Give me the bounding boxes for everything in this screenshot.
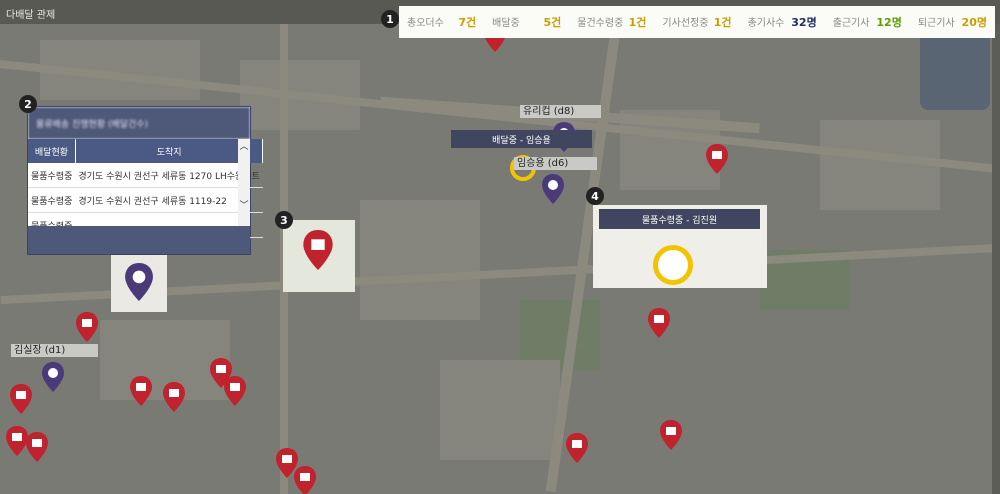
stat-label: 기사선정중 xyxy=(662,18,709,29)
destination-cell: 경기도 수원시 권선구 세류동 1270 LH수원센트 xyxy=(75,163,263,188)
delivery-list-popup: 물류배송 진행현황 (배달건수) 배달현황 도착지 물품수령중 경기도 수원시 … xyxy=(27,106,264,255)
stat-value: 20명 xyxy=(961,16,987,29)
callout-badge: 4 xyxy=(586,187,604,205)
active-driver-ring-icon xyxy=(653,245,693,285)
map-tag: 임승용 (d6) xyxy=(514,157,597,170)
stat-item: 총오더수 7건 xyxy=(399,14,484,30)
stat-label: 퇴근기사 xyxy=(917,18,955,29)
delivery-pin-icon[interactable] xyxy=(294,466,316,494)
status-cell: 물품수령중 xyxy=(28,163,76,188)
driver-pin-icon[interactable] xyxy=(542,174,564,204)
stat-value: 12명 xyxy=(876,16,902,29)
column-header-destination: 도착지 xyxy=(75,139,264,163)
stat-item: 출근기사 12명 xyxy=(825,14,910,30)
table-row[interactable]: 물품수령중 경기도 수원시 권선구 세류동 1119-22 xyxy=(28,187,263,213)
delivery-pin-icon[interactable] xyxy=(648,308,670,338)
delivery-pin-icon xyxy=(303,230,333,270)
chevron-down-icon[interactable]: ﹀ xyxy=(238,198,250,211)
delivery-pin-icon[interactable] xyxy=(130,376,152,406)
delivery-pin-icon[interactable] xyxy=(566,433,588,463)
destination-cell: 경기도 수원시 권선구 세류동 1119-22 xyxy=(75,187,263,213)
stat-item: 기사선정중 1건 xyxy=(654,14,739,30)
delivery-pin-icon[interactable] xyxy=(10,384,32,414)
delivery-pin-icon[interactable] xyxy=(660,420,682,450)
delivery-table: 배달현황 도착지 물품수령중 경기도 수원시 권선구 세류동 1270 LH수원… xyxy=(28,139,264,238)
map-thumbnail[interactable] xyxy=(111,253,167,312)
stat-label: 물건수령중 xyxy=(577,18,624,29)
status-cell: 물품수령중 xyxy=(28,187,76,213)
popup-footer xyxy=(28,226,250,254)
delivery-pin-icon[interactable] xyxy=(224,376,246,406)
stat-item: 총기사수 32명 xyxy=(740,14,825,30)
stat-item: 배달중 5건 xyxy=(484,14,569,30)
stat-value: 32명 xyxy=(791,16,817,29)
stat-label: 출근기사 xyxy=(832,18,870,29)
stat-item: 퇴근기사 20명 xyxy=(910,14,995,30)
stat-label: 총오더수 xyxy=(407,18,444,29)
delivery-pin-icon[interactable] xyxy=(76,312,98,342)
table-row[interactable]: 물품수령중 경기도 수원시 권선구 세류동 1270 LH수원센트 xyxy=(28,163,263,188)
driver-pin-icon xyxy=(125,263,153,301)
delivery-pin-icon[interactable] xyxy=(26,432,48,462)
driver-pin-icon[interactable] xyxy=(42,362,64,392)
delivery-pin-icon[interactable] xyxy=(163,382,185,412)
column-header-status: 배달현황 xyxy=(28,139,76,163)
callout-badge: 1 xyxy=(381,10,399,28)
map-thumbnail[interactable] xyxy=(283,220,355,292)
popup-scrollbar[interactable]: ︿ ﹀ xyxy=(238,139,250,226)
stat-value: 5건 xyxy=(543,16,562,29)
stat-item: 물건수령중 1건 xyxy=(569,14,654,30)
delivery-pin-icon[interactable] xyxy=(6,426,28,456)
popup-title: 물류배송 진행현황 (배달건수) xyxy=(28,107,250,139)
stat-label: 총기사수 xyxy=(747,18,785,29)
chevron-up-icon[interactable]: ︿ xyxy=(238,139,250,152)
driver-status-label[interactable]: 배달중 - 임승용 xyxy=(451,130,592,148)
callout-badge: 3 xyxy=(275,211,293,229)
map-tag: 유리컵 (d8) xyxy=(520,105,601,118)
stat-value: 7건 xyxy=(458,16,477,29)
stats-panel: 총오더수 7건 배달중 5건 물건수령중 1건 기사선정중 1건 총기사수 32명 출근기사 12명 퇴… xyxy=(399,6,995,38)
app-title: 다배달 관제 xyxy=(6,10,56,21)
stat-value: 1건 xyxy=(713,16,732,29)
driver-status-label[interactable]: 물품수령중 - 김진원 xyxy=(599,209,760,229)
scrollbar[interactable] xyxy=(992,24,1000,494)
map-tag: 김실장 (d1) xyxy=(11,344,98,357)
stat-label: 배달중 xyxy=(492,18,520,29)
delivery-pin-icon[interactable] xyxy=(706,144,728,174)
stat-value: 1건 xyxy=(628,16,647,29)
callout-badge: 2 xyxy=(19,95,37,113)
